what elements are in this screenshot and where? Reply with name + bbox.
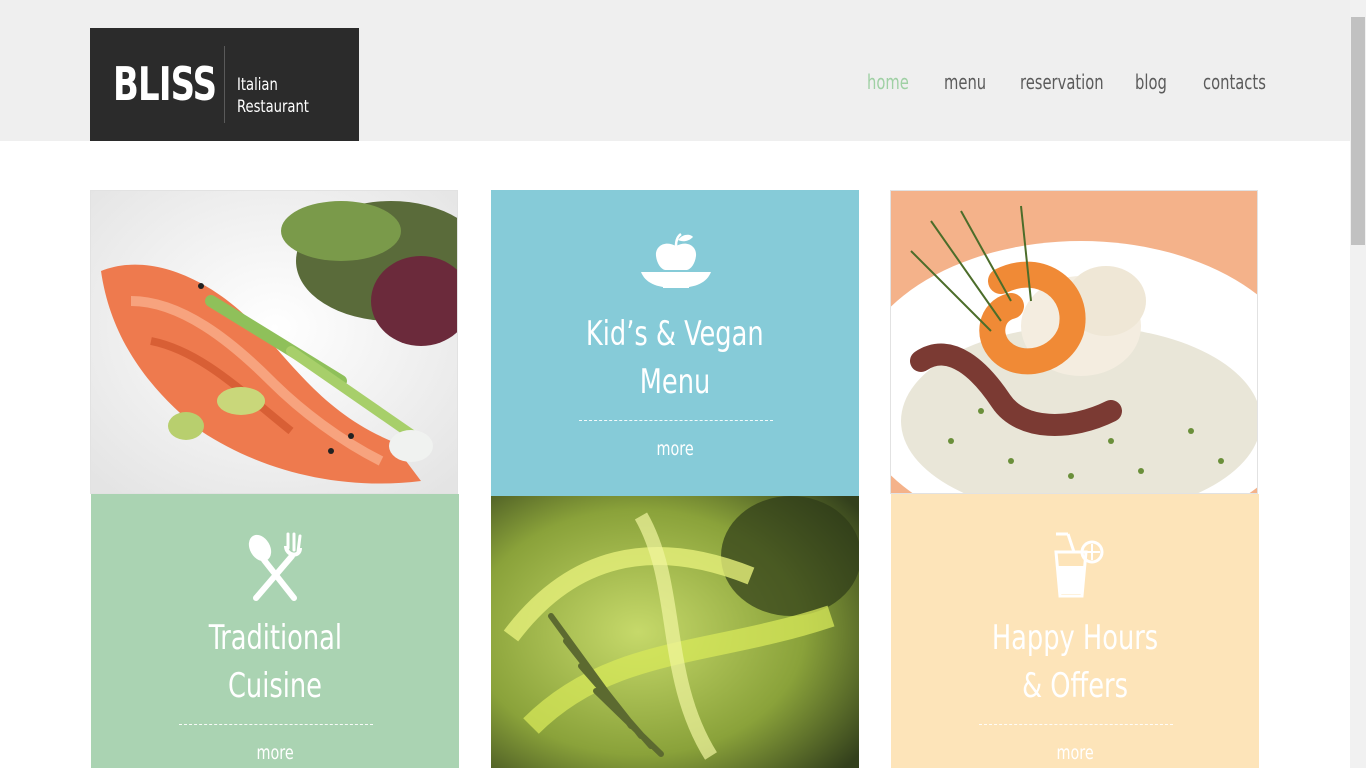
brand-tagline: Italian Restaurant	[237, 75, 309, 117]
scrollbar-thumb[interactable]	[1351, 17, 1365, 245]
kids-vegan-title-line2: Menu	[639, 362, 711, 402]
brand-name: BLISS	[113, 57, 217, 111]
happy-hours-more-link[interactable]: more	[891, 741, 1259, 765]
apple-bowl-icon	[641, 232, 711, 288]
logo-divider	[224, 46, 225, 123]
nav-item-home[interactable]: home	[867, 70, 909, 98]
kids-vegan-title-line1: Kid’s & Vegan	[586, 314, 764, 354]
happy-hours-title-line2: & Offers	[1022, 666, 1128, 706]
divider	[179, 724, 373, 725]
happy-hours-tile[interactable]: Happy Hours & Offers more	[891, 494, 1259, 768]
site-logo[interactable]: BLISS Italian Restaurant	[90, 28, 359, 141]
nav-item-blog[interactable]: blog	[1135, 70, 1167, 98]
kids-vegan-more-link[interactable]: more	[491, 437, 859, 461]
cocktail-glass-icon	[1054, 532, 1104, 598]
traditional-title-line1: Traditional	[208, 618, 342, 658]
nav-item-contacts[interactable]: contacts	[1203, 70, 1266, 98]
fork-pasta-photo[interactable]	[491, 496, 859, 768]
nav-item-menu[interactable]: menu	[944, 70, 986, 98]
traditional-cuisine-tile[interactable]: Traditional Cuisine more	[91, 494, 459, 768]
fork-pasta-image	[491, 496, 859, 768]
kids-vegan-tile[interactable]: Kid’s & Vegan Menu more	[491, 190, 859, 496]
salmon-salad-image	[91, 191, 457, 493]
nav-item-reservation[interactable]: reservation	[1020, 70, 1104, 98]
spoon-fork-icon	[248, 532, 302, 601]
shrimp-risotto-photo[interactable]	[890, 190, 1258, 494]
shrimp-risotto-image	[891, 191, 1257, 493]
divider	[979, 724, 1173, 725]
traditional-title-line2: Cuisine	[227, 666, 322, 706]
happy-hours-title-line1: Happy Hours	[991, 618, 1159, 658]
divider	[579, 420, 773, 421]
salmon-salad-photo[interactable]	[90, 190, 458, 494]
traditional-more-link[interactable]: more	[91, 741, 459, 765]
